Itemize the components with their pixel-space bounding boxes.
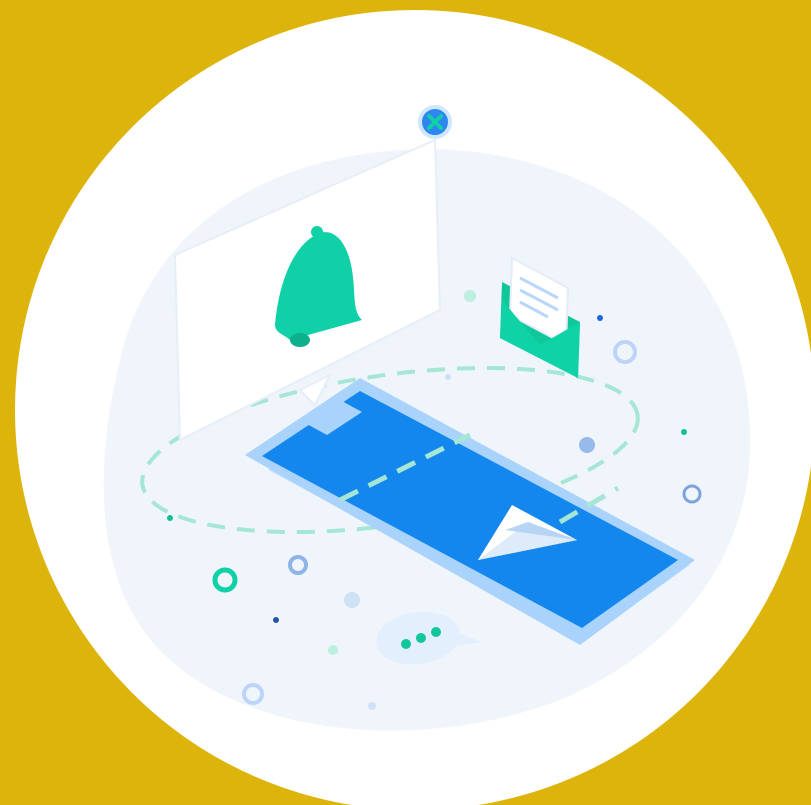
notification-illustration <box>0 0 811 805</box>
dot <box>464 290 476 302</box>
dot <box>167 515 173 521</box>
dot <box>445 374 451 380</box>
dot <box>344 592 360 608</box>
dot <box>273 617 279 623</box>
dot <box>368 702 376 710</box>
dot <box>681 429 687 435</box>
dot <box>597 315 603 321</box>
close-icon[interactable] <box>418 105 452 139</box>
dot <box>579 437 595 453</box>
dot <box>328 645 338 655</box>
